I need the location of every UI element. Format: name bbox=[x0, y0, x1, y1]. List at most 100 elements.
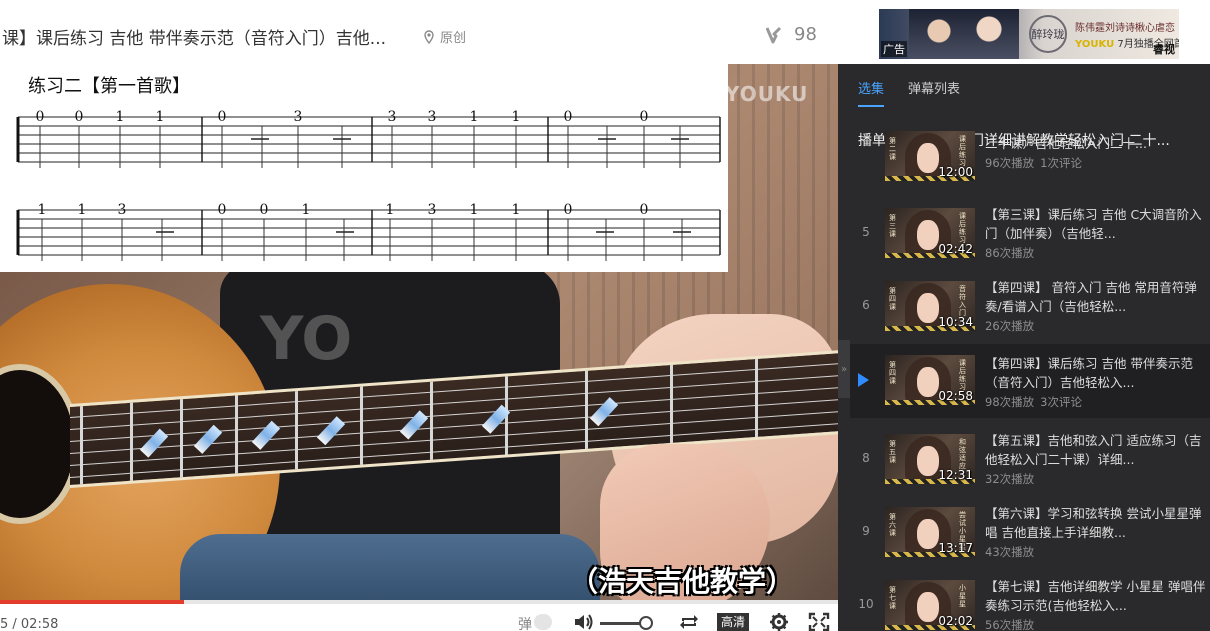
video-duration: 12:31 bbox=[938, 468, 973, 482]
tab-fret-number: 1 bbox=[78, 202, 87, 218]
tab-fret-number: 3 bbox=[294, 109, 303, 125]
tab-danmu-list[interactable]: 弹幕列表 bbox=[908, 78, 960, 107]
volume-slider-knob[interactable] bbox=[638, 616, 653, 630]
fullscreen-icon[interactable] bbox=[808, 612, 830, 631]
item-meta: 43次播放 bbox=[985, 544, 1040, 560]
view-count: 96次播放 bbox=[985, 156, 1035, 170]
location-pin-icon bbox=[424, 29, 434, 44]
danmu-toggle[interactable] bbox=[534, 614, 552, 630]
ad-brand: 睿视 bbox=[1153, 43, 1175, 56]
video-title: 课】课后练习 吉他 带伴奏示范（音符入门）吉他... bbox=[2, 29, 387, 49]
time-display: 5 / 02:58 bbox=[0, 617, 59, 631]
thumbnail-label: 课后练习 bbox=[959, 212, 966, 244]
ad-banner[interactable]: 醉玲珑 陈伟霆刘诗诗楸心虐恋 YOUKU 7月独播全网首播 广告 睿视 bbox=[879, 9, 1179, 59]
view-count: 98次播放 bbox=[985, 395, 1035, 409]
tab-fret-number: 3 bbox=[388, 109, 397, 125]
tab-fret-number: 1 bbox=[116, 109, 125, 125]
tab-fret-number: 0 bbox=[640, 109, 649, 125]
thumbnail-label: 课后练习 bbox=[959, 359, 966, 391]
item-meta: 32次播放 bbox=[985, 471, 1040, 487]
tab-fret-number: 0 bbox=[218, 202, 227, 218]
tab-episodes[interactable]: 选集 bbox=[858, 78, 885, 107]
tab-fret-number: 0 bbox=[260, 202, 269, 218]
thumbnail-label: 第六课 bbox=[889, 513, 896, 537]
tab-fret-number: 3 bbox=[428, 202, 437, 218]
item-title: 【第三课】课后练习 吉他 C大调音阶入门（加伴奏）（吉他轻... bbox=[985, 207, 1202, 241]
view-count: 43次播放 bbox=[985, 545, 1035, 559]
thumbnail-label: 课后练习 bbox=[959, 135, 966, 167]
item-title: 【第四课】课后练习 吉他 带伴奏示范（音符入门）吉他轻松入... bbox=[985, 356, 1193, 390]
loop-icon[interactable] bbox=[678, 612, 700, 631]
collapse-sidebar-handle[interactable]: » bbox=[838, 340, 850, 398]
item-meta: 98次播放 3次评论 bbox=[985, 394, 1082, 410]
tab-fret-number: 3 bbox=[118, 202, 127, 218]
list-item[interactable]: 5 第三课 课后练习 02:42 【第三课】课后练习 吉他 C大调音阶入门（加伴… bbox=[850, 205, 1210, 277]
thumbnail-label: 音符入门 bbox=[959, 285, 966, 317]
view-count: 56次播放 bbox=[985, 618, 1035, 631]
video-duration: 10:34 bbox=[938, 315, 973, 329]
list-item[interactable]: 9 第六课 尝试小星星 13:17 【第六课】学习和弦转换 尝试小星星弹唱 吉他… bbox=[850, 504, 1210, 576]
thumbnail-label: 小星星 bbox=[959, 584, 966, 608]
gear-icon[interactable] bbox=[768, 612, 790, 631]
video-duration: 12:00 bbox=[938, 165, 973, 179]
ad-seal: 醉玲珑 bbox=[1029, 15, 1067, 53]
thumbnail-label: 第四课 bbox=[889, 361, 896, 385]
header: 课】课后练习 吉他 带伴奏示范（音符入门）吉他... 原创 98 醉玲珑 陈伟霆… bbox=[0, 0, 1210, 64]
tab-fret-number: 0 bbox=[36, 109, 45, 125]
video-thumbnail: 第七课 小星星 02:02 bbox=[885, 580, 975, 630]
video-jeans bbox=[180, 534, 600, 604]
tab-fret-number: 1 bbox=[38, 202, 47, 218]
item-meta: 96次播放 1次评论 bbox=[985, 155, 1082, 171]
like-icon bbox=[766, 26, 782, 43]
ad-brand-inline: YOUKU bbox=[1075, 39, 1115, 50]
item-number: 6 bbox=[862, 298, 870, 312]
list-item[interactable]: 10 第七课 小星星 02:02 【第七课】吉他详细教学 小星星 弹唱伴奏练习示… bbox=[850, 577, 1210, 631]
video-caption: （浩天吉他教学） bbox=[570, 565, 795, 598]
item-title: 【第四课】 音符入门 吉他 常用音符弹奏/看谱入门（吉他轻松... bbox=[985, 280, 1197, 314]
tab-fret-number: 3 bbox=[428, 109, 437, 125]
thumbnail-label: 第四课 bbox=[889, 287, 896, 311]
video-thumbnail: 第三课 课后练习 02:42 bbox=[885, 208, 975, 258]
tab-fret-number: 0 bbox=[640, 202, 649, 218]
tab-fret-number: 1 bbox=[156, 109, 165, 125]
list-item[interactable]: 6 第四课 音符入门 10:34 【第四课】 音符入门 吉他 常用音符弹奏/看谱… bbox=[850, 278, 1210, 350]
item-title: 二十课）吉他轻松入门二十... bbox=[985, 136, 1147, 151]
tab-fret-number: 0 bbox=[564, 109, 573, 125]
item-number: 5 bbox=[862, 225, 870, 239]
list-item[interactable]: 8 第五课 和弦适应 12:31 【第五课】吉他和弦入门 适应练习（吉他轻松入门… bbox=[850, 431, 1210, 503]
volume-icon[interactable] bbox=[573, 612, 595, 631]
player-controls: 5 / 02:58 弹 高清 bbox=[0, 604, 838, 631]
thumbnail-label: 第七课 bbox=[889, 586, 896, 610]
ad-tag: 广告 bbox=[881, 41, 907, 57]
item-number: 8 bbox=[862, 451, 870, 465]
item-meta: 56次播放 bbox=[985, 617, 1040, 631]
like-count: 98 bbox=[794, 24, 817, 45]
ad-line1: 陈伟霆刘诗诗楸心虐恋 bbox=[1075, 23, 1175, 34]
video-duration: 02:02 bbox=[938, 614, 973, 628]
tab-title: 练习二【第一首歌】 bbox=[28, 76, 190, 97]
sidebar-tabs: 选集 弹幕列表 bbox=[858, 78, 960, 107]
view-count: 32次播放 bbox=[985, 472, 1035, 486]
video-thumbnail: 第六课 尝试小星星 13:17 bbox=[885, 507, 975, 557]
tab-fret-number: 1 bbox=[470, 202, 479, 218]
original-badge: 原创 bbox=[422, 27, 466, 46]
guitar-tab-overlay: 0 0 1 1 0 3 3 3 1 1 0 0 1 1 3 0 0 1 1 3 1 1 0 0 练习二【第一首歌】 bbox=[0, 64, 728, 272]
danmu-label: 弹 bbox=[518, 617, 532, 631]
tab-fret-number: 1 bbox=[470, 109, 479, 125]
item-meta: 86次播放 bbox=[985, 245, 1040, 261]
video-thumbnail: 第二课 课后练习 12:00 bbox=[885, 131, 975, 181]
quality-button[interactable]: 高清 bbox=[717, 613, 749, 631]
sidebar: » 选集 弹幕列表 播单：民谣吉他入门详细讲解教学轻松入门 二十... 第二课 … bbox=[838, 64, 1210, 631]
item-title: 【第六课】学习和弦转换 尝试小星星弹唱 吉他直接上手详细教... bbox=[985, 506, 1202, 540]
video-page: 课】课后练习 吉他 带伴奏示范（音符入门）吉他... 原创 98 醉玲珑 陈伟霆… bbox=[0, 0, 1210, 631]
tab-fret-number: 0 bbox=[564, 202, 573, 218]
video-duration: 02:58 bbox=[938, 389, 973, 403]
video-thumbnail: 第四课 音符入门 10:34 bbox=[885, 281, 975, 331]
original-label: 原创 bbox=[440, 31, 467, 46]
tab-fret-number: 0 bbox=[218, 109, 227, 125]
list-item-current[interactable]: 第四课 课后练习 02:58 【第四课】课后练习 吉他 带伴奏示范（音符入门）吉… bbox=[850, 344, 1210, 418]
like-button[interactable]: 98 bbox=[766, 24, 817, 45]
video-thumbnail: 第四课 课后练习 02:58 bbox=[885, 355, 975, 405]
now-playing-icon bbox=[858, 373, 869, 387]
comment-count: 1次评论 bbox=[1040, 156, 1082, 170]
